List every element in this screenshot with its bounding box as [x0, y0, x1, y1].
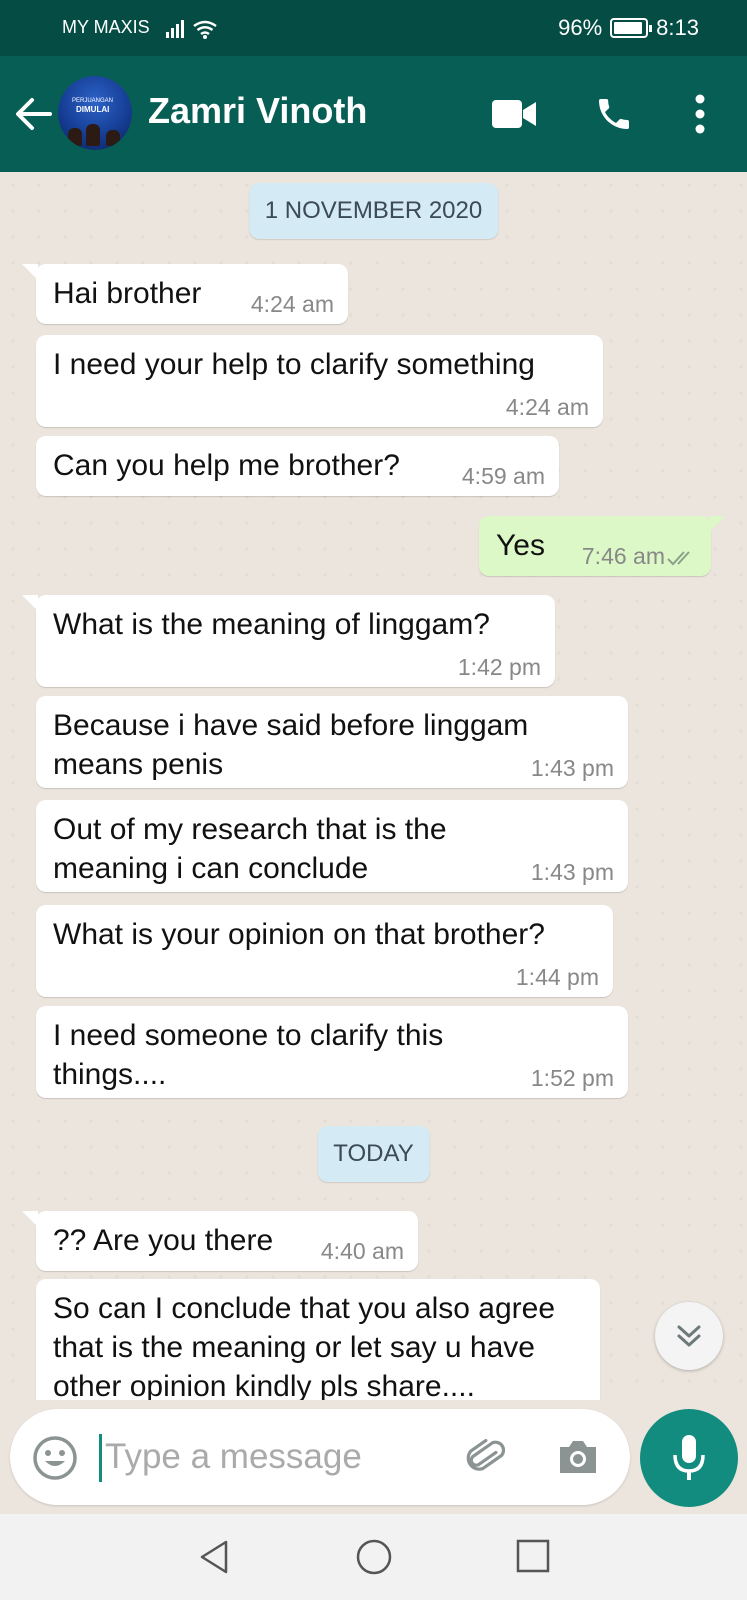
contact-name[interactable]: Zamri Vinoth [148, 90, 367, 132]
carrier-label: MY MAXIS [62, 17, 150, 37]
scroll-to-bottom-button[interactable] [655, 1302, 723, 1370]
avatar-text-top: PERJUANGAN [72, 98, 114, 104]
message-time: 1:52 pm [530, 1065, 614, 1091]
nav-recents-icon[interactable] [516, 1539, 550, 1573]
video-call-icon[interactable] [492, 98, 538, 130]
message-time: 4:24 am [505, 394, 589, 420]
message-bubble-incoming[interactable]: Out of my research that is the meaning i… [36, 800, 628, 892]
camera-icon[interactable] [556, 1437, 600, 1477]
message-bubble-outgoing[interactable]: Yes 7:46 am [479, 516, 725, 576]
message-text: Because i have said before linggam means… [53, 709, 529, 781]
read-receipt-icon [667, 551, 690, 566]
message-bubble-incoming[interactable]: I need someone to clarify this things...… [36, 1006, 628, 1098]
voice-record-button[interactable] [640, 1409, 738, 1507]
message-time: 4:24 am [250, 291, 334, 317]
more-options-icon[interactable] [694, 94, 706, 134]
message-text: So can I conclude that you also agree th… [53, 1292, 556, 1400]
message-text: I need your help to clarify something [53, 348, 535, 381]
message-time: 1:43 pm [530, 859, 614, 885]
text-cursor [99, 1434, 102, 1482]
message-text: What is your opinion on that brother? [53, 918, 545, 951]
mic-icon [673, 1435, 705, 1480]
message-time: 4:59 am [461, 463, 545, 489]
message-bubble-incoming[interactable]: What is your opinion on that brother? 1:… [36, 905, 613, 997]
message-text: Can you help me brother? [53, 449, 400, 482]
message-text: I need someone to clarify this things...… [53, 1019, 444, 1091]
attach-icon[interactable] [465, 1435, 509, 1479]
message-bubble-incoming[interactable]: What is the meaning of linggam? 1:42 pm [22, 595, 555, 687]
wifi-icon [193, 20, 217, 36]
clock: 8:13 [656, 15, 699, 40]
message-text: Out of my research that is the meaning i… [53, 813, 447, 885]
avatar[interactable]: PERJUANGAN DIMULAI [58, 76, 132, 150]
message-input[interactable]: Type a message [105, 1437, 362, 1477]
signal-icon [166, 18, 220, 46]
battery-percent: 96% [558, 15, 603, 40]
status-bar: MY MAXIS 96% 8:13 [0, 0, 747, 56]
message-bubble-incoming[interactable]: Because i have said before linggam means… [36, 696, 628, 788]
message-time: 7:46 am [581, 543, 665, 569]
chevron-double-down-icon [677, 1325, 701, 1347]
message-time: 1:44 pm [515, 964, 599, 990]
emoji-icon[interactable] [32, 1435, 78, 1481]
message-bubble-incoming[interactable]: So can I conclude that you also agree th… [36, 1279, 600, 1400]
phone-icon[interactable] [594, 94, 634, 134]
message-text: Hai brother [53, 277, 202, 310]
message-composer[interactable]: Type a message [10, 1409, 630, 1505]
message-bubble-incoming[interactable]: I need your help to clarify something 4:… [36, 335, 603, 427]
date-divider: TODAY [317, 1126, 430, 1182]
message-time: 4:40 am [320, 1238, 404, 1264]
message-text: Yes [496, 529, 545, 562]
message-bubble-incoming[interactable]: Hai brother 4:24 am [22, 264, 348, 324]
battery-icon [610, 18, 653, 38]
nav-home-icon[interactable] [356, 1539, 392, 1575]
back-arrow-icon[interactable] [14, 94, 54, 134]
date-divider: 1 NOVEMBER 2020 [248, 183, 499, 239]
avatar-text-bottom: DIMULAI [76, 105, 110, 114]
message-bubble-incoming[interactable]: Can you help me brother? 4:59 am [36, 436, 559, 496]
nav-back-icon[interactable] [198, 1539, 230, 1575]
message-text: ?? Are you there [53, 1224, 274, 1257]
message-bubble-incoming[interactable]: ?? Are you there 4:40 am [22, 1211, 418, 1271]
message-time: 1:43 pm [530, 755, 614, 781]
chat-area[interactable]: 1 NOVEMBER 2020 Hai brother 4:24 am I ne… [0, 172, 747, 1400]
system-navigation-bar [0, 1514, 747, 1600]
message-time: 1:42 pm [457, 654, 541, 680]
chat-header: PERJUANGAN DIMULAI Zamri Vinoth [0, 56, 747, 172]
message-text: What is the meaning of linggam? [53, 608, 490, 641]
